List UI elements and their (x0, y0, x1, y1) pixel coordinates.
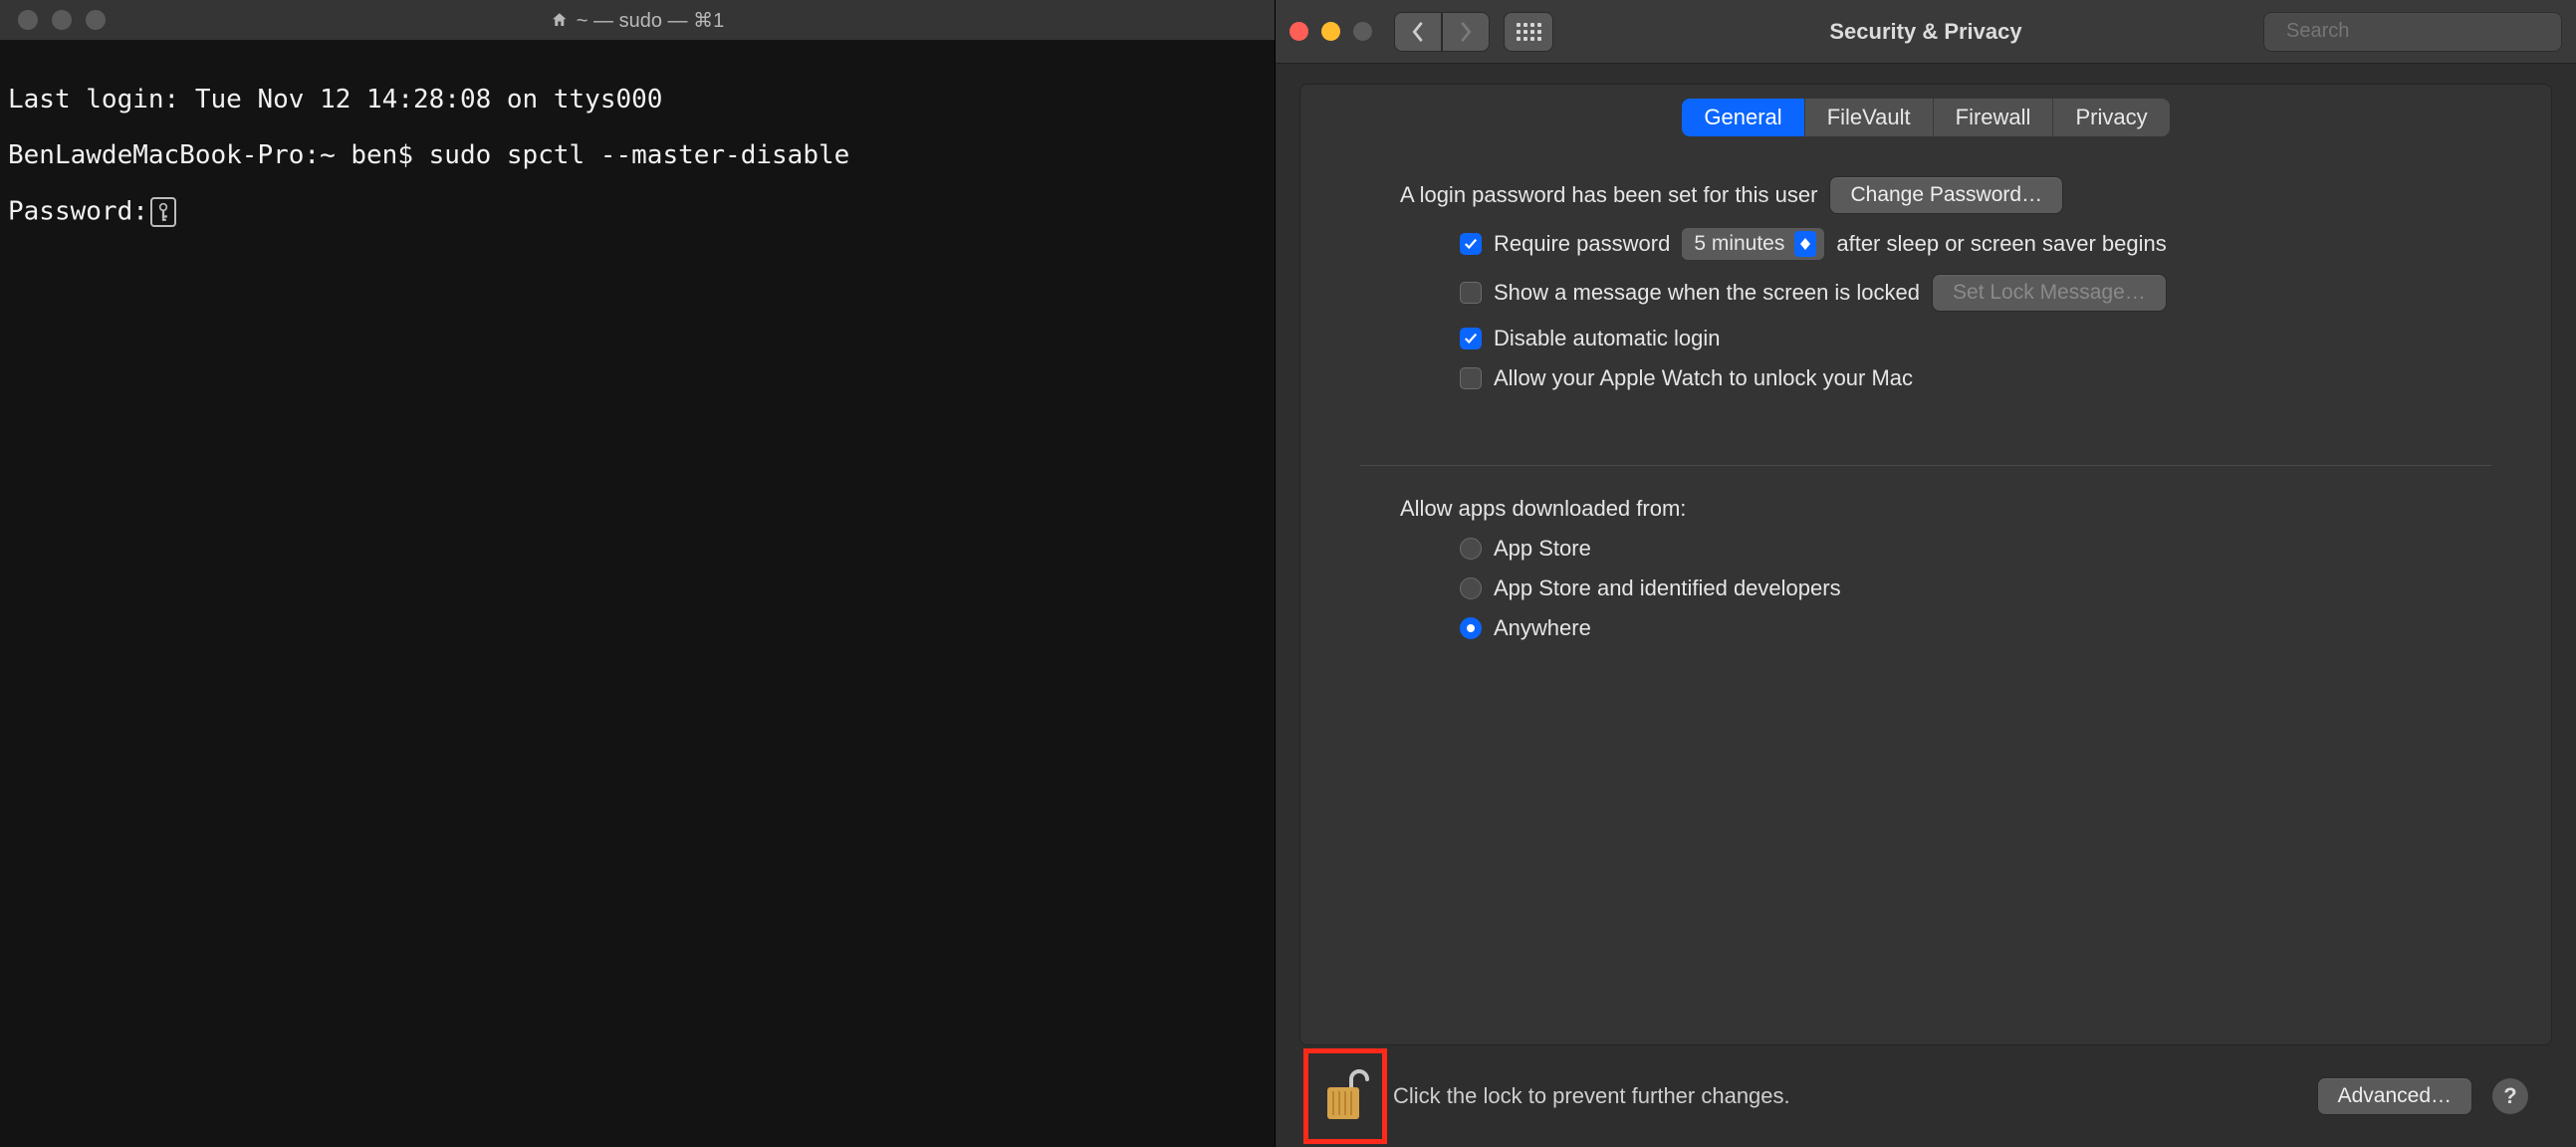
radio-app-store[interactable] (1460, 538, 1482, 560)
terminal-title: ~ — sudo — ⌘1 (551, 8, 724, 33)
terminal-window: ~ — sudo — ⌘1 Last login: Tue Nov 12 14:… (0, 0, 1275, 1147)
prefs-toolbar: Security & Privacy (1276, 0, 2576, 64)
disable-autologin-checkbox[interactable] (1460, 328, 1482, 349)
tab-general[interactable]: General (1682, 99, 1804, 136)
show-message-label: Show a message when the screen is locked (1494, 280, 1920, 306)
system-preferences-window: Security & Privacy General FileVault Fir… (1275, 0, 2576, 1147)
nav-forward-button[interactable] (1442, 12, 1490, 52)
tab-privacy[interactable]: Privacy (2053, 99, 2169, 136)
tabbar: General FileVault Firewall Privacy (1300, 99, 2551, 136)
terminal-close-button[interactable] (18, 10, 38, 30)
prefs-footer: Click the lock to prevent further change… (1299, 1045, 2552, 1147)
check-icon (1464, 332, 1478, 345)
prefs-title: Security & Privacy (1829, 19, 2021, 45)
prefs-minimize-button[interactable] (1321, 22, 1340, 41)
advanced-button[interactable]: Advanced… (2317, 1077, 2472, 1115)
home-icon (551, 11, 569, 29)
show-all-button[interactable] (1504, 12, 1553, 52)
prefs-close-button[interactable] (1289, 22, 1308, 41)
terminal-traffic-lights (0, 10, 106, 30)
radio-anywhere-label: Anywhere (1494, 615, 1591, 641)
section-divider (1360, 465, 2491, 466)
terminal-line-lastlogin: Last login: Tue Nov 12 14:28:08 on ttys0… (8, 86, 1267, 114)
tab-filevault[interactable]: FileVault (1805, 99, 1934, 136)
require-password-label: Require password (1494, 231, 1670, 257)
set-lock-message-button: Set Lock Message… (1932, 274, 2167, 312)
apple-watch-label: Allow your Apple Watch to unlock your Ma… (1494, 365, 1913, 391)
after-sleep-text: after sleep or screen saver begins (1836, 231, 2166, 257)
disable-autologin-label: Disable automatic login (1494, 326, 1720, 351)
terminal-line-password: Password: (8, 197, 1267, 227)
require-password-checkbox[interactable] (1460, 233, 1482, 255)
login-section: A login password has been set for this u… (1300, 136, 2551, 435)
terminal-zoom-button[interactable] (86, 10, 106, 30)
change-password-button[interactable]: Change Password… (1829, 176, 2063, 214)
select-stepper-icon (1794, 231, 1816, 257)
prefs-panel: General FileVault Firewall Privacy A log… (1299, 84, 2552, 1045)
login-password-set-text: A login password has been set for this u… (1400, 182, 1817, 208)
radio-identified-developers[interactable] (1460, 577, 1482, 599)
terminal-minimize-button[interactable] (52, 10, 72, 30)
radio-app-store-label: App Store (1494, 536, 1591, 562)
chevron-right-icon (1458, 21, 1474, 43)
help-button[interactable]: ? (2492, 1078, 2528, 1114)
search-input[interactable] (2286, 20, 2550, 43)
nav-back-button[interactable] (1394, 12, 1442, 52)
lock-button-highlight[interactable] (1303, 1048, 1387, 1144)
show-message-checkbox[interactable] (1460, 282, 1482, 304)
lock-help-text: Click the lock to prevent further change… (1393, 1083, 1790, 1109)
password-delay-select[interactable]: 5 minutes (1682, 228, 1824, 260)
terminal-titlebar: ~ — sudo — ⌘1 (0, 0, 1275, 40)
prefs-zoom-button[interactable] (1353, 22, 1372, 41)
radio-identified-developers-label: App Store and identified developers (1494, 575, 1841, 601)
terminal-title-text: ~ — sudo — ⌘1 (577, 8, 724, 33)
grid-icon (1517, 23, 1541, 41)
check-icon (1464, 237, 1478, 251)
prefs-traffic-lights (1289, 22, 1372, 41)
unlock-icon (1321, 1067, 1369, 1125)
password-label: Password: (8, 197, 148, 227)
chevron-left-icon (1410, 21, 1426, 43)
radio-anywhere[interactable] (1460, 617, 1482, 639)
prefs-body: General FileVault Firewall Privacy A log… (1276, 64, 2576, 1147)
allow-apps-section: Allow apps downloaded from: App Store Ap… (1300, 496, 2551, 685)
nav-group (1394, 12, 1490, 52)
search-field-wrapper[interactable] (2263, 12, 2562, 52)
allow-apps-label: Allow apps downloaded from: (1400, 496, 1686, 522)
terminal-line-command: BenLawdeMacBook-Pro:~ ben$ sudo spctl --… (8, 141, 1267, 169)
terminal-body[interactable]: Last login: Tue Nov 12 14:28:08 on ttys0… (0, 40, 1275, 1147)
key-icon (150, 197, 176, 227)
tab-firewall[interactable]: Firewall (1934, 99, 2054, 136)
apple-watch-checkbox[interactable] (1460, 367, 1482, 389)
password-delay-value: 5 minutes (1694, 232, 1784, 256)
